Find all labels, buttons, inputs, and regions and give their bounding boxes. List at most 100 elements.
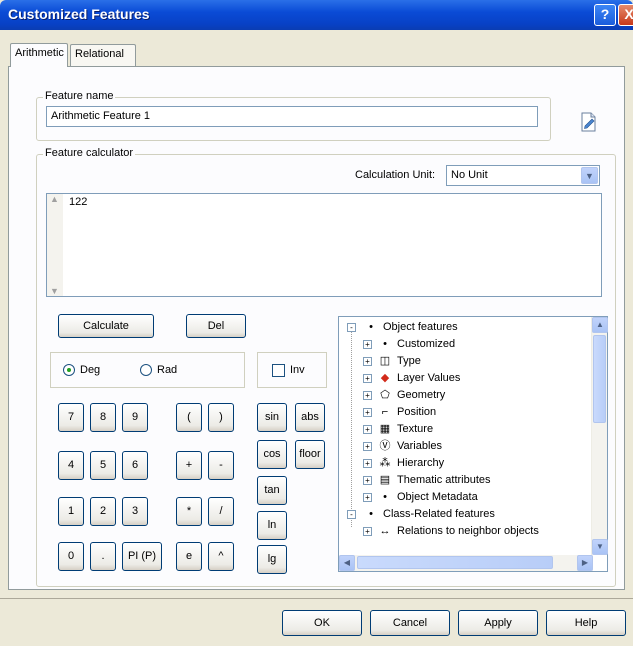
tree-horizontal-scrollbar[interactable]: ◀ ▶ bbox=[339, 555, 593, 571]
scroll-up-icon[interactable]: ▲ bbox=[592, 317, 608, 333]
help-title-button[interactable]: ? bbox=[594, 4, 616, 26]
key-close-paren[interactable]: ) bbox=[208, 403, 234, 432]
key-cos[interactable]: cos bbox=[257, 440, 287, 469]
tree-item-label: Position bbox=[397, 406, 437, 418]
hierarchy-icon: ⁂ bbox=[379, 457, 391, 469]
key-0[interactable]: 0 bbox=[58, 542, 84, 571]
expand-icon[interactable]: + bbox=[363, 493, 372, 502]
help-button[interactable]: Help bbox=[546, 610, 626, 636]
key-ln[interactable]: ln bbox=[257, 511, 287, 540]
key-divide[interactable]: / bbox=[208, 497, 234, 526]
tree-guide-line bbox=[351, 327, 352, 527]
key-lg[interactable]: lg bbox=[257, 545, 287, 574]
key-8[interactable]: 8 bbox=[90, 403, 116, 432]
key-decimal[interactable]: . bbox=[90, 542, 116, 571]
key-1[interactable]: 1 bbox=[58, 497, 84, 526]
tree-item-label: Geometry bbox=[397, 389, 446, 401]
bullet-icon: • bbox=[369, 321, 373, 333]
expand-icon[interactable]: + bbox=[363, 459, 372, 468]
key-9[interactable]: 9 bbox=[122, 403, 148, 432]
expand-icon[interactable]: + bbox=[363, 391, 372, 400]
key-plus[interactable]: + bbox=[176, 451, 202, 480]
tree-item-label: Layer Values bbox=[397, 372, 461, 384]
customized-features-dialog: Customized Features ? X Arithmetic Relat… bbox=[0, 0, 633, 646]
key-sin[interactable]: sin bbox=[257, 403, 287, 432]
ok-button[interactable]: OK bbox=[282, 610, 362, 636]
type-icon: ◫ bbox=[379, 355, 391, 367]
inv-label: Inv bbox=[290, 364, 305, 376]
geometry-icon: ⬠ bbox=[380, 389, 390, 401]
key-2[interactable]: 2 bbox=[90, 497, 116, 526]
chevron-up-icon[interactable]: ▲ bbox=[50, 194, 59, 204]
calculation-unit-select[interactable]: No Unit ▼ bbox=[446, 165, 600, 186]
expand-icon[interactable]: + bbox=[363, 408, 372, 417]
chevron-down-icon[interactable]: ▼ bbox=[50, 286, 59, 296]
key-minus[interactable]: - bbox=[208, 451, 234, 480]
tree-vertical-scrollbar[interactable]: ▲ ▼ bbox=[591, 317, 608, 555]
key-4[interactable]: 4 bbox=[58, 451, 84, 480]
footer-divider bbox=[0, 598, 633, 599]
vertical-scroll-thumb[interactable] bbox=[593, 335, 606, 423]
collapse-icon[interactable]: - bbox=[347, 323, 356, 332]
tree-item-label: Hierarchy bbox=[397, 457, 445, 469]
bullet-icon: • bbox=[383, 338, 387, 350]
expand-icon[interactable]: + bbox=[363, 357, 372, 366]
close-title-button[interactable]: X bbox=[618, 4, 633, 26]
tree-item-label: Variables bbox=[397, 440, 443, 452]
inv-checkbox[interactable] bbox=[272, 364, 285, 377]
scroll-right-icon[interactable]: ▶ bbox=[577, 555, 593, 571]
expression-editor[interactable]: ▲ ▼ 122 bbox=[46, 193, 602, 297]
key-7[interactable]: 7 bbox=[58, 403, 84, 432]
bullet-icon: • bbox=[369, 508, 373, 520]
delete-button[interactable]: Del bbox=[186, 314, 246, 338]
tab-arithmetic[interactable]: Arithmetic bbox=[10, 43, 68, 67]
texture-icon: ▦ bbox=[379, 423, 391, 435]
key-5[interactable]: 5 bbox=[90, 451, 116, 480]
scroll-down-icon[interactable]: ▼ bbox=[592, 539, 608, 555]
edit-document-icon[interactable] bbox=[580, 112, 598, 132]
expand-icon[interactable]: + bbox=[363, 476, 372, 485]
apply-button[interactable]: Apply bbox=[458, 610, 538, 636]
expression-text: 122 bbox=[69, 196, 88, 208]
cancel-button[interactable]: Cancel bbox=[370, 610, 450, 636]
deg-label: Deg bbox=[80, 364, 101, 376]
expand-icon[interactable]: + bbox=[363, 527, 372, 536]
deg-radio[interactable] bbox=[63, 364, 75, 376]
key-floor[interactable]: floor bbox=[295, 440, 325, 469]
scroll-left-icon[interactable]: ◀ bbox=[339, 555, 355, 571]
tab-relational[interactable]: Relational bbox=[70, 44, 136, 66]
expand-icon[interactable]: + bbox=[363, 442, 372, 451]
relations-icon: ↔ bbox=[379, 525, 391, 537]
key-e[interactable]: e bbox=[176, 542, 202, 571]
expand-icon[interactable]: + bbox=[363, 425, 372, 434]
feature-name-label: Feature name bbox=[43, 90, 116, 102]
key-abs[interactable]: abs bbox=[295, 403, 325, 432]
expand-icon[interactable]: + bbox=[363, 340, 372, 349]
rad-label: Rad bbox=[157, 364, 178, 376]
title-bar[interactable]: Customized Features ? X bbox=[0, 0, 633, 30]
position-icon: ⌐ bbox=[381, 406, 389, 418]
key-6[interactable]: 6 bbox=[122, 451, 148, 480]
feature-name-input[interactable]: Arithmetic Feature 1 bbox=[46, 106, 538, 127]
tree-item-label: Relations to neighbor objects bbox=[397, 525, 539, 537]
tree-item-label: Thematic attributes bbox=[397, 474, 491, 486]
key-open-paren[interactable]: ( bbox=[176, 403, 202, 432]
key-pi[interactable]: PI (P) bbox=[122, 542, 162, 571]
rad-radio[interactable] bbox=[140, 364, 152, 376]
key-power[interactable]: ^ bbox=[208, 542, 234, 571]
key-multiply[interactable]: * bbox=[176, 497, 202, 526]
thematic-attributes-icon: ▤ bbox=[379, 474, 391, 486]
feature-tree[interactable]: - • Object features + • Customized + ◫ T… bbox=[338, 316, 608, 572]
collapse-icon[interactable]: - bbox=[347, 510, 356, 519]
key-3[interactable]: 3 bbox=[122, 497, 148, 526]
layer-values-icon: ◆ bbox=[380, 372, 390, 384]
expression-scrollbar[interactable]: ▲ ▼ bbox=[47, 194, 63, 296]
chevron-down-icon[interactable]: ▼ bbox=[581, 167, 598, 184]
variables-icon: Ⓥ bbox=[379, 440, 391, 452]
key-tan[interactable]: tan bbox=[257, 476, 287, 505]
calculate-button[interactable]: Calculate bbox=[58, 314, 154, 338]
expand-icon[interactable]: + bbox=[363, 374, 372, 383]
tree-item-label: Customized bbox=[397, 338, 456, 350]
tree-item-label: Texture bbox=[397, 423, 434, 435]
horizontal-scroll-thumb[interactable] bbox=[357, 556, 553, 569]
